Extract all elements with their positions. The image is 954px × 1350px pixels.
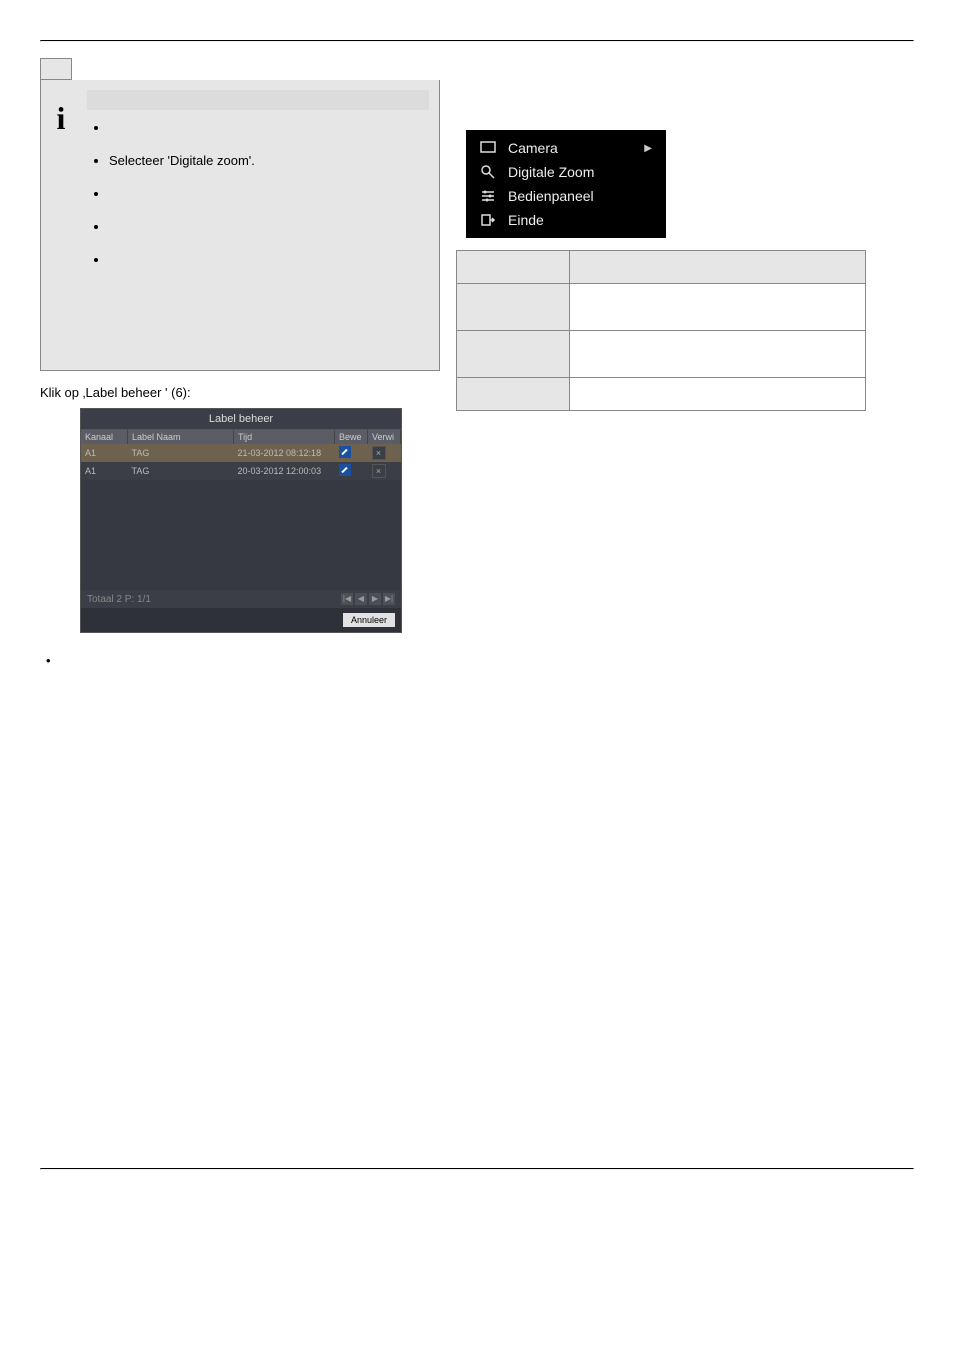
menu-item-label: Einde <box>508 212 544 228</box>
dialog-pager: |◀ ◀ ▶ ▶| <box>341 593 395 605</box>
context-menu: Camera ▶ Digitale Zoom Bedienpaneel Eind… <box>466 130 666 238</box>
menu-item-digitale-zoom[interactable]: Digitale Zoom <box>466 160 666 184</box>
monitor-icon <box>480 140 496 156</box>
info-box: i Selecteer 'Digitale zoom'. <box>40 80 440 371</box>
table-row[interactable]: A1 TAG 21-03-2012 08:12:18 × <box>81 444 401 462</box>
col-tijd: Tijd <box>234 430 335 444</box>
menu-item-label: Bedienpaneel <box>508 188 594 204</box>
menu-item-label: Camera <box>508 140 558 156</box>
cell-tijd: 20-03-2012 12:00:03 <box>234 462 335 480</box>
menu-item-label: Digitale Zoom <box>508 164 594 180</box>
zoom-icon <box>480 164 496 180</box>
pager-last-button[interactable]: ▶| <box>383 593 395 605</box>
table-row <box>457 331 866 378</box>
table-header-row: Kanaal Label Naam Tijd Bewe Verwi <box>81 430 401 444</box>
col-labelnaam: Label Naam <box>128 430 234 444</box>
info-tab-row <box>40 58 440 80</box>
info-icon: i <box>57 100 66 370</box>
info-bullet: Selecteer 'Digitale zoom'. <box>109 153 429 168</box>
dialog-title: Label beheer <box>81 409 401 430</box>
side-table <box>456 250 866 411</box>
cell-tijd: 21-03-2012 08:12:18 <box>234 444 335 462</box>
table-row <box>457 378 866 411</box>
label-beheer-intro: Klik op ‚Label beheer ' (6): <box>40 385 440 400</box>
delete-icon[interactable]: × <box>372 446 386 460</box>
cell-delete[interactable]: × <box>368 462 401 480</box>
info-bullet-list: Selecteer 'Digitale zoom'. <box>87 120 429 267</box>
dialog-total-text: Totaal 2 P: 1/1 <box>87 594 151 605</box>
submenu-arrow-icon: ▶ <box>644 143 652 154</box>
cell-labelnaam: TAG <box>128 462 234 480</box>
menu-item-bedienpaneel[interactable]: Bedienpaneel <box>466 184 666 208</box>
pager-first-button[interactable]: |◀ <box>341 593 353 605</box>
dialog-status-bar: Totaal 2 P: 1/1 |◀ ◀ ▶ ▶| <box>81 590 401 608</box>
menu-item-camera[interactable]: Camera ▶ <box>466 136 666 160</box>
col-bewe: Bewe <box>335 430 368 444</box>
info-bullet <box>109 186 429 201</box>
table-row[interactable]: A1 TAG 20-03-2012 12:00:03 × <box>81 462 401 480</box>
table-row <box>457 251 866 284</box>
edit-icon[interactable] <box>339 446 351 458</box>
info-bullet <box>109 219 429 234</box>
col-verwi: Verwi <box>368 430 401 444</box>
cell-kanaal: A1 <box>81 444 128 462</box>
col-kanaal: Kanaal <box>81 430 128 444</box>
edit-icon[interactable] <box>339 464 351 476</box>
cancel-button[interactable]: Annuleer <box>343 613 395 627</box>
exit-icon <box>480 212 496 228</box>
info-header-bar <box>87 90 429 110</box>
cell-edit[interactable] <box>335 462 368 480</box>
info-bullet <box>109 252 429 267</box>
label-table: Kanaal Label Naam Tijd Bewe Verwi A1 TAG… <box>81 430 401 480</box>
pager-prev-button[interactable]: ◀ <box>355 593 367 605</box>
info-bullet <box>109 120 429 135</box>
cell-delete[interactable]: × <box>368 444 401 462</box>
pager-next-button[interactable]: ▶ <box>369 593 381 605</box>
delete-icon[interactable]: × <box>372 464 386 478</box>
cell-edit[interactable] <box>335 444 368 462</box>
panel-icon <box>480 188 496 204</box>
menu-item-einde[interactable]: Einde <box>466 208 666 232</box>
dialog-footer: Annuleer <box>81 608 401 632</box>
cell-kanaal: A1 <box>81 462 128 480</box>
table-row <box>457 284 866 331</box>
label-beheer-dialog: Label beheer Kanaal Label Naam Tijd Bewe… <box>80 408 402 633</box>
info-tab <box>40 58 72 80</box>
cell-labelnaam: TAG <box>128 444 234 462</box>
stray-bullet: • <box>46 653 440 668</box>
dialog-blank-area <box>81 480 401 590</box>
